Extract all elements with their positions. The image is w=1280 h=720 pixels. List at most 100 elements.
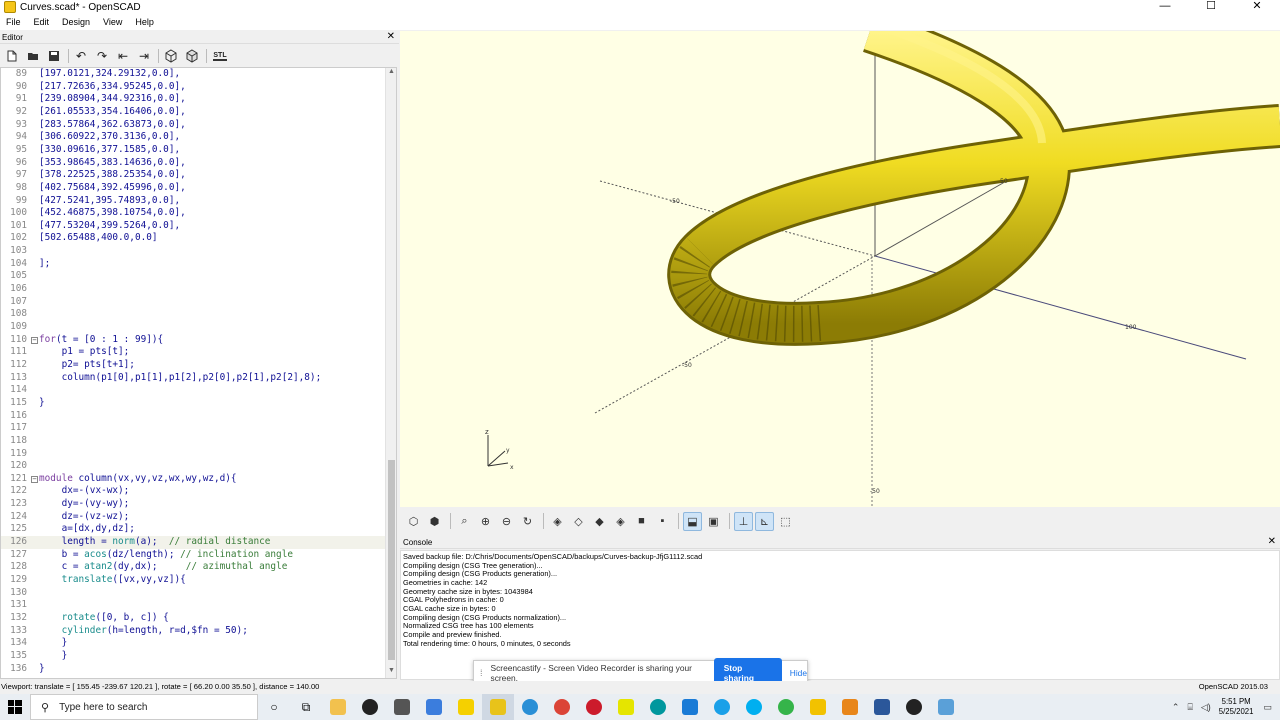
taskbar-app[interactable]	[770, 694, 802, 720]
code-line[interactable]: 100 [452.46875,398.10754,0.0],	[1, 207, 386, 220]
task-view-button[interactable]: ⧉	[290, 694, 322, 720]
undo-button[interactable]: ↶	[73, 48, 89, 64]
code-line[interactable]: 109	[1, 321, 386, 334]
open-file-button[interactable]	[25, 48, 41, 64]
view-top-button[interactable]: ◇	[569, 512, 588, 531]
taskbar-app[interactable]	[738, 694, 770, 720]
indent-button[interactable]: ⇥	[136, 48, 152, 64]
export-stl-button[interactable]: STL	[211, 48, 229, 64]
redo-button[interactable]: ↷	[94, 48, 110, 64]
menu-design[interactable]: Design	[62, 17, 90, 27]
code-line[interactable]: 132 rotate([0, b, c]) {	[1, 612, 386, 625]
viewport-canvas[interactable]: -50 50 100 -50 -50 z y x	[400, 31, 1280, 507]
taskbar-search-box[interactable]: ⚲ Type here to search	[30, 694, 258, 720]
network-icon[interactable]: ⌸	[1187, 702, 1192, 713]
code-line[interactable]: 94 [306.60922,370.3136,0.0],	[1, 131, 386, 144]
taskbar-app[interactable]	[450, 694, 482, 720]
taskbar-app[interactable]	[354, 694, 386, 720]
drag-handle-icon[interactable]: ⁞	[480, 668, 483, 678]
code-line[interactable]: 136}	[1, 663, 386, 676]
clock[interactable]: 5:51 PM 5/25/2021	[1219, 697, 1254, 717]
code-line[interactable]: 124 dz=-(vz-wz);	[1, 511, 386, 524]
code-line[interactable]: 121 module column(vx,vy,vz,wx,wy,wz,d){−	[1, 473, 386, 486]
code-line[interactable]: 111 p1 = pts[t];	[1, 346, 386, 359]
code-line[interactable]: 134 }	[1, 637, 386, 650]
code-line[interactable]: 125 a=[dx,dy,dz];	[1, 523, 386, 536]
view-bottom-button[interactable]: ◆	[590, 512, 609, 531]
code-line[interactable]: 126 length = norm(a); // radial distance	[1, 536, 386, 549]
code-line[interactable]: 105	[1, 270, 386, 283]
code-line[interactable]: 110 for(t = [0 : 1 : 99]){−	[1, 334, 386, 347]
menu-file[interactable]: File	[6, 17, 21, 27]
menu-edit[interactable]: Edit	[34, 17, 50, 27]
taskbar-app[interactable]	[866, 694, 898, 720]
console-close-button[interactable]: ✕	[1268, 536, 1276, 547]
code-line[interactable]: 131	[1, 599, 386, 612]
code-line[interactable]: 117	[1, 422, 386, 435]
code-line[interactable]: 104];	[1, 258, 386, 271]
view-front-button[interactable]: ■	[632, 512, 651, 531]
scrollbar-thumb[interactable]	[388, 460, 395, 660]
hide-button[interactable]: Hide	[790, 668, 807, 678]
view-render-button[interactable]: ⬢	[425, 512, 444, 531]
orthogonal-button[interactable]: ▣	[704, 512, 723, 531]
view-all-button[interactable]: ⌕	[455, 512, 474, 531]
view-back-button[interactable]: ▪	[653, 512, 672, 531]
code-line[interactable]: 123 dy=-(vy-wy);	[1, 498, 386, 511]
code-line[interactable]: 116	[1, 410, 386, 423]
zoom-out-button[interactable]: ⊖	[497, 512, 516, 531]
code-line[interactable]: 118	[1, 435, 386, 448]
code-line[interactable]: 103	[1, 245, 386, 258]
fold-toggle-icon[interactable]: −	[31, 336, 38, 344]
code-line[interactable]: 127 b = acos(dz/length); // inclination …	[1, 549, 386, 562]
preview-button[interactable]	[163, 48, 179, 64]
new-file-button[interactable]	[4, 48, 20, 64]
view-right-button[interactable]: ◈	[548, 512, 567, 531]
perspective-button[interactable]: ⬓	[683, 511, 702, 531]
code-line[interactable]: 115}	[1, 397, 386, 410]
code-line[interactable]: 108	[1, 308, 386, 321]
show-scale-button[interactable]: ⊾	[755, 511, 774, 531]
code-line[interactable]: 102 [502.65488,400.0,0.0]	[1, 232, 386, 245]
code-line[interactable]: 133 cylinder(h=length, r=d,$fn = 50);	[1, 625, 386, 638]
show-axes-button[interactable]: ⊥	[734, 511, 753, 531]
cortana-button[interactable]: ○	[258, 694, 290, 720]
3d-viewport[interactable]: -50 50 100 -50 -50 z y x	[400, 31, 1280, 507]
taskbar-app[interactable]	[418, 694, 450, 720]
code-line[interactable]: 119	[1, 448, 386, 461]
taskbar-app-openscad[interactable]	[482, 694, 514, 720]
taskbar-app[interactable]	[834, 694, 866, 720]
code-line[interactable]: 106	[1, 283, 386, 296]
code-line[interactable]: 89 [197.0121,324.29132,0.0],	[1, 68, 386, 81]
save-file-button[interactable]	[46, 48, 62, 64]
menu-view[interactable]: View	[103, 17, 122, 27]
reset-view-button[interactable]: ↻	[518, 512, 537, 531]
maximize-button[interactable]: ☐	[1188, 0, 1234, 14]
code-line[interactable]: 95 [330.09616,377.1585,0.0],	[1, 144, 386, 157]
editor-scrollbar[interactable]: ▲ ▼	[385, 68, 396, 678]
code-editor[interactable]: 89 [197.0121,324.29132,0.0], 90 [217.72636,…	[0, 67, 397, 679]
code-line[interactable]: 128 c = atan2(dy,dx); // azimuthal angle	[1, 561, 386, 574]
volume-icon[interactable]: ◁)	[1201, 702, 1211, 713]
view-left-button[interactable]: ◈	[611, 512, 630, 531]
show-edges-button[interactable]: ⬚	[776, 512, 795, 531]
minimize-button[interactable]: —	[1142, 0, 1188, 14]
scroll-down-arrow-icon[interactable]: ▼	[386, 667, 396, 678]
code-line[interactable]: 107	[1, 296, 386, 309]
code-line[interactable]: 96 [353.98645,383.14636,0.0],	[1, 157, 386, 170]
taskbar-app[interactable]	[642, 694, 674, 720]
taskbar-app[interactable]	[578, 694, 610, 720]
fold-toggle-icon[interactable]: −	[31, 475, 38, 483]
render-button[interactable]	[184, 48, 200, 64]
taskbar-app[interactable]	[610, 694, 642, 720]
taskbar-app[interactable]	[386, 694, 418, 720]
taskbar-app[interactable]	[322, 694, 354, 720]
unindent-button[interactable]: ⇤	[115, 48, 131, 64]
taskbar-app[interactable]	[546, 694, 578, 720]
code-line[interactable]: 91 [239.08904,344.92316,0.0],	[1, 93, 386, 106]
code-line[interactable]: 120	[1, 460, 386, 473]
code-line[interactable]: 130	[1, 587, 386, 600]
taskbar-app[interactable]	[674, 694, 706, 720]
code-line[interactable]: 112 p2= pts[t+1];	[1, 359, 386, 372]
code-line[interactable]: 135 }	[1, 650, 386, 663]
